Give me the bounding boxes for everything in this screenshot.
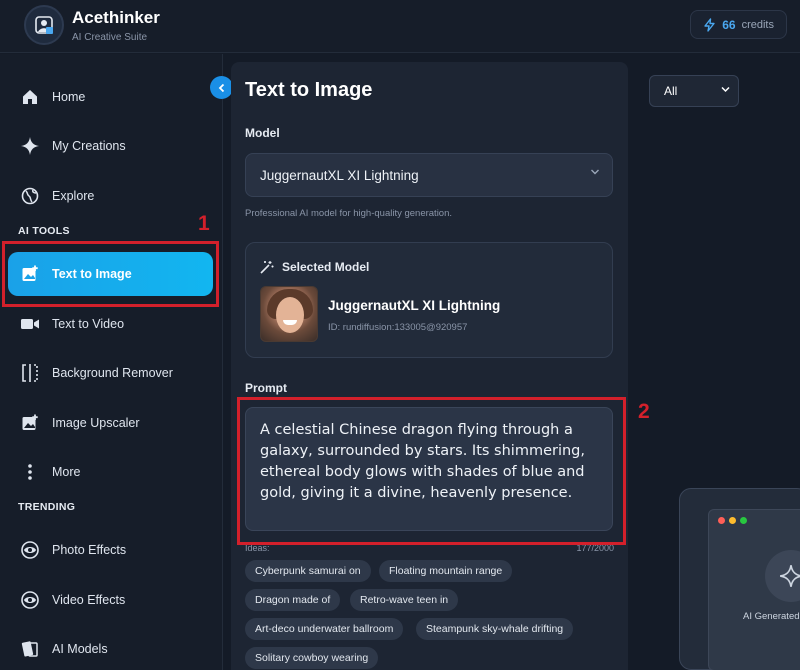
sidebar: Home My Creations Explore AI TOOLS Text … — [0, 54, 223, 670]
models-icon — [20, 639, 40, 659]
sidebar-item-label: My Creations — [52, 139, 126, 153]
selected-model-heading: Selected Model — [282, 260, 370, 274]
app-logo[interactable] — [24, 5, 64, 45]
sidebar-item-label: More — [52, 465, 81, 479]
idea-chip[interactable]: Art-deco underwater ballroom — [245, 618, 404, 640]
section-label-ai-tools: AI TOOLS — [18, 225, 70, 237]
highlight-box-2 — [237, 397, 626, 545]
app-header: Acethinker AI Creative Suite 66 credits — [0, 0, 800, 53]
window-maximize-dot — [740, 517, 747, 524]
text-to-image-panel: Text to Image Model JuggernautXL XI Ligh… — [231, 62, 628, 670]
idea-chip[interactable]: Dragon made of — [245, 589, 341, 611]
brand-tagline: AI Creative Suite — [72, 32, 148, 43]
page-title: Text to Image — [245, 79, 373, 101]
chevron-left-icon — [218, 83, 224, 92]
background-remover-icon — [20, 363, 40, 383]
video-effects-icon — [20, 590, 40, 610]
credits-count: 66 — [722, 17, 736, 32]
brand-name: Acethinker — [72, 8, 160, 27]
preview-caption: AI Generated — [743, 611, 800, 622]
idea-chip[interactable]: Solitary cowboy wearing — [245, 647, 379, 669]
idea-chip[interactable]: Floating mountain range — [379, 560, 513, 582]
window-minimize-dot — [729, 517, 736, 524]
section-label-trending: TRENDING — [18, 501, 76, 513]
annotation-number-1: 1 — [198, 212, 210, 235]
highlight-box-1 — [2, 241, 219, 307]
sidebar-item-photo-effects[interactable]: Photo Effects — [8, 528, 213, 572]
sidebar-item-text-to-video[interactable]: Text to Video — [8, 302, 213, 346]
sidebar-item-label: AI Models — [52, 642, 108, 656]
window-close-dot — [718, 517, 725, 524]
magic-wand-icon — [260, 261, 274, 274]
model-thumbnail — [260, 286, 318, 342]
more-vertical-icon — [20, 462, 40, 482]
sidebar-item-image-upscaler[interactable]: Image Upscaler — [8, 401, 213, 445]
prompt-label: Prompt — [245, 381, 287, 395]
home-icon — [20, 87, 40, 107]
model-label: Model — [245, 126, 280, 140]
sidebar-item-ai-models[interactable]: AI Models — [8, 627, 213, 670]
annotation-number-2: 2 — [638, 400, 650, 423]
selected-model-header: Selected Model — [260, 260, 369, 274]
video-icon — [20, 314, 40, 334]
lightning-icon — [704, 17, 715, 32]
sidebar-item-more[interactable]: More — [8, 450, 213, 494]
filter-select-value: All — [664, 84, 678, 98]
selected-model-card: Selected Model JuggernautXL XI Lightning… — [245, 242, 613, 358]
sparkle-icon — [20, 136, 40, 156]
sidebar-item-label: Text to Video — [52, 317, 125, 331]
generation-preview-card: AI Generated — [679, 488, 800, 670]
preview-window: AI Generated — [708, 509, 800, 670]
selected-model-name: JuggernautXL XI Lightning — [328, 298, 501, 313]
sidebar-item-label: Video Effects — [52, 593, 126, 607]
chevron-down-icon — [721, 85, 730, 95]
sidebar-item-label: Home — [52, 90, 86, 104]
sidebar-item-label: Background Remover — [52, 366, 173, 380]
image-upscale-icon — [20, 413, 40, 433]
collapse-sidebar-button[interactable] — [210, 76, 233, 99]
model-select[interactable]: JuggernautXL XI Lightning — [245, 153, 613, 197]
model-select-value: JuggernautXL XI Lightning — [260, 167, 419, 183]
sidebar-item-label: Photo Effects — [52, 543, 127, 557]
filter-select[interactable]: All — [649, 75, 739, 107]
model-helper-text: Professional AI model for high-quality g… — [245, 208, 453, 219]
sidebar-item-explore[interactable]: Explore — [8, 174, 213, 218]
logo-icon — [35, 16, 53, 34]
sidebar-item-home[interactable]: Home — [8, 75, 213, 119]
credits-label: credits — [741, 18, 774, 31]
sidebar-item-label: Image Upscaler — [52, 416, 140, 430]
idea-chip[interactable]: Steampunk sky-whale drifting — [416, 618, 574, 640]
selected-model-id: ID: rundiffusion:133005@920957 — [328, 322, 468, 333]
globe-icon — [20, 186, 40, 206]
sidebar-item-video-effects[interactable]: Video Effects — [8, 578, 213, 622]
sidebar-item-my-creations[interactable]: My Creations — [8, 124, 213, 168]
photo-effects-icon — [20, 540, 40, 560]
sidebar-item-label: Explore — [52, 189, 95, 203]
idea-chip[interactable]: Cyberpunk samurai on — [245, 560, 371, 582]
sparkle-icon — [765, 550, 800, 602]
sidebar-item-background-remover[interactable]: Background Remover — [8, 351, 213, 395]
idea-chip[interactable]: Retro-wave teen in — [350, 589, 459, 611]
chevron-down-icon — [590, 168, 600, 179]
credits-badge[interactable]: 66 credits — [690, 10, 787, 39]
